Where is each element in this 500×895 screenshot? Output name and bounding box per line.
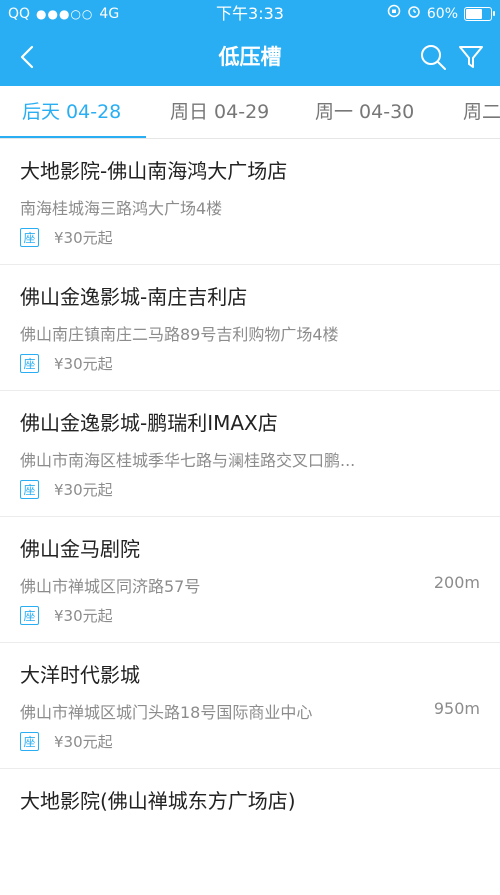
tab-0428[interactable]: 后天 04-28 bbox=[22, 86, 121, 138]
cinema-price: ¥30元起 bbox=[54, 733, 113, 751]
cinema-list: 大地影院-佛山南海鸿大广场店 南海桂城海三路鸿大广场4楼 座 ¥30元起 佛山金… bbox=[0, 139, 500, 895]
tab-tuesday[interactable]: 周二 bbox=[463, 86, 500, 138]
filter-icon[interactable] bbox=[456, 42, 486, 72]
list-item[interactable]: 大地影院(佛山禅城东方广场店) bbox=[0, 769, 500, 895]
cinema-address: 佛山市禅城区同济路57号 bbox=[20, 577, 201, 596]
tab-0429[interactable]: 周日 04-29 bbox=[170, 86, 269, 138]
seat-badge: 座 bbox=[20, 606, 39, 625]
status-bar: QQ ●●●○○ 4G 下午3:33 60% bbox=[0, 0, 500, 28]
rotation-lock-icon bbox=[387, 0, 401, 28]
alarm-icon bbox=[407, 0, 421, 28]
status-right: 60% bbox=[387, 0, 495, 28]
list-item[interactable]: 大地影院-佛山南海鸿大广场店 南海桂城海三路鸿大广场4楼 座 ¥30元起 bbox=[0, 139, 500, 265]
cinema-name: 佛山金逸影城-南庄吉利店 bbox=[20, 285, 248, 309]
list-item[interactable]: 大洋时代影城 佛山市禅城区城门头路18号国际商业中心 950m 座 ¥30元起 bbox=[0, 643, 500, 769]
battery-icon bbox=[464, 7, 495, 21]
nav-bar: 低压槽 bbox=[0, 28, 500, 86]
date-tabs: 后天 04-28 周日 04-29 周一 04-30 周二 bbox=[0, 86, 500, 139]
tab-0430[interactable]: 周一 04-30 bbox=[315, 86, 414, 138]
cinema-address: 佛山南庄镇南庄二马路89号吉利购物广场4楼 bbox=[20, 325, 339, 344]
search-icon[interactable] bbox=[418, 42, 448, 72]
seat-badge: 座 bbox=[20, 732, 39, 751]
cinema-distance: 200m bbox=[433, 573, 480, 592]
cinema-name: 佛山金逸影城-鹏瑞利IMAX店 bbox=[20, 411, 278, 435]
cinema-price: ¥30元起 bbox=[54, 607, 113, 625]
cinema-price: ¥30元起 bbox=[54, 229, 113, 247]
seat-badge: 座 bbox=[20, 480, 39, 499]
battery-percent: 60% bbox=[426, 6, 458, 22]
list-item[interactable]: 佛山金逸影城-南庄吉利店 佛山南庄镇南庄二马路89号吉利购物广场4楼 座 ¥30… bbox=[0, 265, 500, 391]
cinema-name: 大地影院(佛山禅城东方广场店) bbox=[20, 789, 296, 813]
cinema-address: 佛山市禅城区城门头路18号国际商业中心 bbox=[20, 703, 313, 722]
cinema-price: ¥30元起 bbox=[54, 481, 113, 499]
cinema-name: 佛山金马剧院 bbox=[20, 537, 140, 561]
cinema-address: 南海桂城海三路鸿大广场4楼 bbox=[20, 199, 223, 218]
cinema-distance: 950m bbox=[433, 699, 480, 718]
list-item[interactable]: 佛山金逸影城-鹏瑞利IMAX店 佛山市南海区桂城季华七路与澜桂路交叉口鹏... … bbox=[0, 391, 500, 517]
cinema-address: 佛山市南海区桂城季华七路与澜桂路交叉口鹏... bbox=[20, 451, 356, 470]
seat-badge: 座 bbox=[20, 228, 39, 247]
list-item[interactable]: 佛山金马剧院 佛山市禅城区同济路57号 200m 座 ¥30元起 bbox=[0, 517, 500, 643]
cinema-price: ¥30元起 bbox=[54, 355, 113, 373]
cinema-name: 大地影院-佛山南海鸿大广场店 bbox=[20, 159, 288, 183]
cinema-name: 大洋时代影城 bbox=[20, 663, 140, 687]
seat-badge: 座 bbox=[20, 354, 39, 373]
